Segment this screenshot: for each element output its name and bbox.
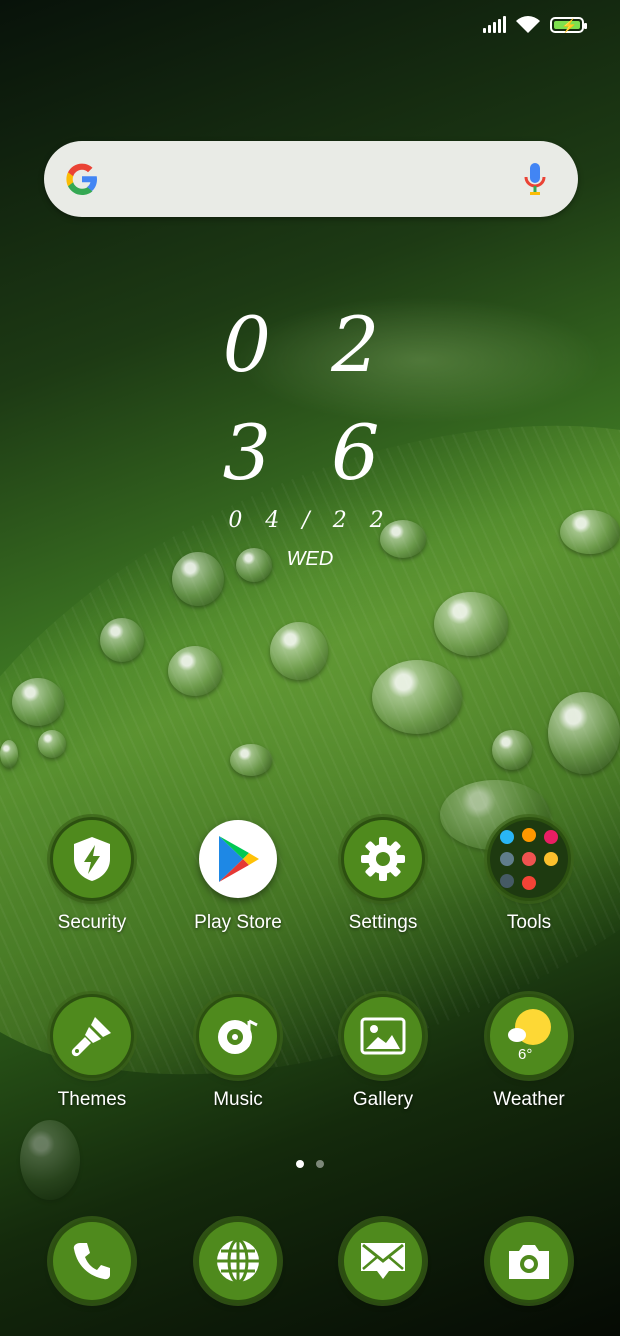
status-bar: ⚡ xyxy=(483,16,587,34)
phone-icon xyxy=(53,1222,131,1300)
app-settings[interactable]: Settings xyxy=(318,820,448,934)
app-label: Music xyxy=(213,1089,263,1110)
dock-phone[interactable] xyxy=(27,1222,157,1300)
app-folder-tools[interactable]: Tools xyxy=(464,820,594,934)
google-search-bar[interactable] xyxy=(44,141,578,217)
play-store-icon xyxy=(199,820,277,898)
battery-charging-icon: ⚡ xyxy=(550,17,587,33)
sun-cloud-icon: 6° xyxy=(490,997,568,1075)
google-g-icon xyxy=(66,163,97,195)
clock-date: 0 4 / 2 2 xyxy=(228,508,392,533)
image-icon xyxy=(344,997,422,1075)
dock-camera[interactable] xyxy=(464,1222,594,1300)
clock-minutes[interactable]: 3 6 xyxy=(0,408,620,498)
app-label: Settings xyxy=(348,912,418,933)
envelope-icon xyxy=(344,1222,422,1300)
weather-temp: 6° xyxy=(518,1046,533,1063)
globe-icon xyxy=(199,1222,277,1300)
dock-messages[interactable] xyxy=(318,1222,448,1300)
app-label: Security xyxy=(57,912,127,933)
app-gallery[interactable]: Gallery xyxy=(318,997,448,1111)
music-disc-icon xyxy=(199,997,277,1075)
mic-icon[interactable] xyxy=(524,163,546,197)
signal-icon xyxy=(483,16,506,33)
page-indicator xyxy=(0,1160,620,1168)
app-label: Weather xyxy=(493,1089,565,1110)
app-themes[interactable]: Themes xyxy=(27,997,157,1111)
app-label: Gallery xyxy=(352,1089,414,1110)
app-play-store[interactable]: Play Store xyxy=(173,820,303,934)
app-security[interactable]: Security xyxy=(27,820,157,934)
page-dot-active[interactable] xyxy=(296,1160,304,1168)
dock-browser[interactable] xyxy=(173,1222,303,1300)
camera-icon xyxy=(490,1222,568,1300)
page-dot[interactable] xyxy=(316,1160,324,1168)
shield-lightning-icon xyxy=(53,820,131,898)
paintbrush-icon xyxy=(53,997,131,1075)
folder-icon xyxy=(490,820,568,898)
app-weather[interactable]: 6° Weather xyxy=(464,997,594,1111)
app-label: Tools xyxy=(506,912,552,933)
clock-weekday: WED xyxy=(286,548,334,570)
app-label: Themes xyxy=(57,1089,127,1110)
clock-hours[interactable]: 0 2 xyxy=(0,300,620,390)
wifi-icon xyxy=(516,16,540,33)
app-label: Play Store xyxy=(194,912,282,933)
gear-icon xyxy=(344,820,422,898)
app-music[interactable]: Music xyxy=(173,997,303,1111)
